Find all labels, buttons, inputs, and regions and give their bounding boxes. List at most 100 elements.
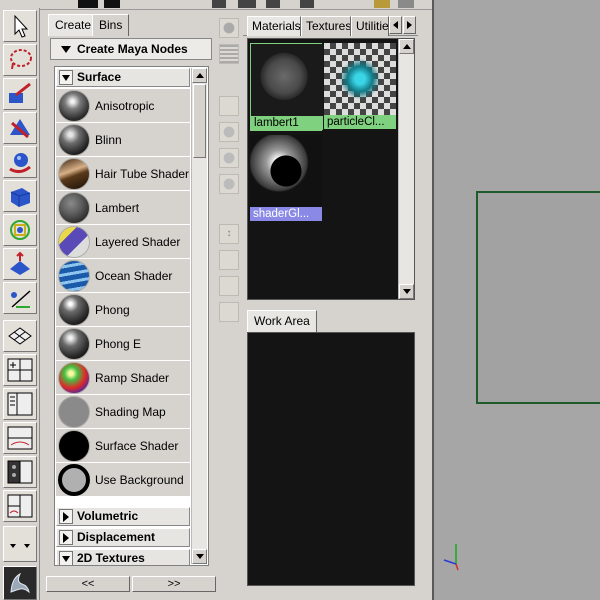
layout-outliner-persp-button[interactable] (3, 388, 37, 420)
toolbar-button[interactable] (238, 0, 256, 8)
scroll-up-button[interactable] (192, 68, 207, 83)
layout-persp-graph-button[interactable] (3, 422, 37, 454)
page-right-button[interactable]: >> (132, 576, 216, 592)
collapsed-triangle-icon (63, 512, 69, 523)
collapse-triangle-icon (61, 46, 71, 54)
lasso-icon (10, 49, 32, 70)
toolbar-button[interactable] (212, 0, 226, 8)
section-label: 2D Textures (77, 551, 145, 565)
toolbar-button[interactable] (104, 0, 120, 8)
tab-textures[interactable]: Textures (301, 16, 351, 36)
sort-by-type-button[interactable] (219, 250, 239, 270)
sort-reverse-button[interactable] (219, 302, 239, 322)
render-swatch-button[interactable] (219, 122, 239, 142)
ocean-shader-icon (58, 259, 90, 292)
create-maya-nodes-header[interactable]: Create Maya Nodes (50, 38, 212, 60)
material-particle-cloud[interactable]: particleCl... (324, 43, 396, 131)
node-ramp-shader[interactable]: Ramp Shader (56, 361, 190, 395)
node-phong[interactable]: Phong (56, 293, 190, 327)
hypershade-tab-bar: Materials Textures Utilitie (243, 14, 418, 36)
node-label: Anisotropic (95, 98, 155, 113)
scroll-down-button[interactable] (399, 284, 414, 299)
tab-work-area[interactable]: Work Area (247, 310, 317, 332)
section-volumetric[interactable]: Volumetric (56, 507, 190, 526)
rotate-tool-button[interactable] (3, 146, 37, 178)
select-tool-button[interactable] (3, 10, 37, 42)
tool-box (0, 8, 40, 600)
node-use-background[interactable]: Use Background (56, 463, 190, 497)
hypershade-layout-icon (7, 460, 33, 484)
scale-tool-button[interactable] (3, 180, 37, 212)
node-label: Ramp Shader (95, 370, 170, 385)
collapsed-triangle-icon (63, 533, 69, 544)
section-surface[interactable]: Surface (56, 68, 190, 87)
material-shader-glow[interactable]: shaderGl... (250, 135, 322, 223)
show-bottom-tabs-button[interactable] (219, 44, 239, 64)
node-ocean-shader[interactable]: Ocean Shader (56, 259, 190, 293)
sort-by-name-button[interactable]: ↕ (219, 224, 239, 244)
section-displacement[interactable]: Displacement (56, 528, 190, 547)
section-toggle[interactable] (59, 70, 73, 86)
lasso-tool-button[interactable] (3, 44, 37, 76)
paint-brush-icon (9, 82, 31, 103)
layout-four-pane-button[interactable] (3, 354, 37, 386)
toolbar-button[interactable] (374, 0, 390, 8)
dropdown-arrows-icon (10, 544, 30, 548)
section-toggle[interactable] (59, 509, 73, 525)
tab-materials[interactable]: Materials (247, 16, 301, 36)
work-area-canvas[interactable] (247, 332, 415, 586)
materials-scrollbar[interactable] (398, 39, 414, 299)
toolbar-button[interactable] (300, 0, 314, 8)
scroll-thumb[interactable] (193, 84, 206, 158)
blinn-sphere-icon (58, 123, 90, 156)
layout-persp-graph-outliner-button[interactable] (3, 490, 37, 522)
page-left-button[interactable]: << (46, 576, 130, 592)
up-arrow-icon (402, 44, 411, 49)
axis-gizmo-icon (443, 544, 459, 571)
toolbar-button[interactable] (398, 0, 414, 8)
shader-glow-swatch (250, 135, 322, 207)
shading-map-icon (58, 395, 90, 428)
viewport-plane-object[interactable] (476, 191, 600, 404)
show-manipulator-button[interactable] (3, 282, 37, 314)
sort-by-time-button[interactable] (219, 276, 239, 296)
layout-single-pane-button[interactable] (3, 320, 37, 352)
material-name: shaderGl... (250, 207, 322, 221)
tab-create[interactable]: Create (48, 14, 99, 36)
node-shading-map[interactable]: Shading Map (56, 395, 190, 429)
output-connections-button[interactable] (219, 174, 239, 194)
section-2d-textures[interactable]: 2D Textures (56, 549, 190, 565)
move-tool-button[interactable] (3, 112, 37, 144)
input-connections-button[interactable] (219, 148, 239, 168)
node-surface-shader[interactable]: Surface Shader (56, 429, 190, 463)
node-layered-shader[interactable]: Layered Shader (56, 225, 190, 259)
node-list-scrollbar[interactable] (191, 68, 207, 564)
soft-mod-icon (10, 251, 30, 275)
node-phong-e[interactable]: Phong E (56, 327, 190, 361)
material-lambert1[interactable]: lambert1 (250, 43, 323, 131)
tab-scroll-left-button[interactable] (389, 16, 402, 34)
layout-hypershade-button[interactable] (3, 456, 37, 488)
graph-materials-button[interactable] (219, 96, 239, 116)
show-top-tabs-button[interactable] (219, 18, 239, 38)
section-toggle[interactable] (59, 551, 73, 565)
toolbar-button[interactable] (78, 0, 98, 8)
universal-manipulator-button[interactable] (3, 214, 37, 246)
node-lambert[interactable]: Lambert (56, 191, 190, 225)
node-anisotropic[interactable]: Anisotropic (56, 89, 190, 123)
custom-layout-dropdown[interactable] (3, 526, 37, 562)
layered-shader-icon (58, 225, 90, 258)
tab-bins[interactable]: Bins (92, 14, 130, 36)
node-hair-tube-shader[interactable]: Hair Tube Shader (56, 157, 190, 191)
toolbar-button[interactable] (266, 0, 280, 8)
tab-utilities[interactable]: Utilitie (351, 16, 389, 36)
tab-scroll-right-button[interactable] (403, 16, 416, 34)
node-blinn[interactable]: Blinn (56, 123, 190, 157)
soft-modification-button[interactable] (3, 248, 37, 280)
paint-select-tool-button[interactable] (3, 78, 37, 110)
scroll-up-button[interactable] (399, 39, 414, 54)
move-icon (10, 119, 30, 139)
section-toggle[interactable] (59, 530, 73, 546)
scroll-down-button[interactable] (192, 549, 207, 564)
phong-e-sphere-icon (58, 327, 90, 360)
